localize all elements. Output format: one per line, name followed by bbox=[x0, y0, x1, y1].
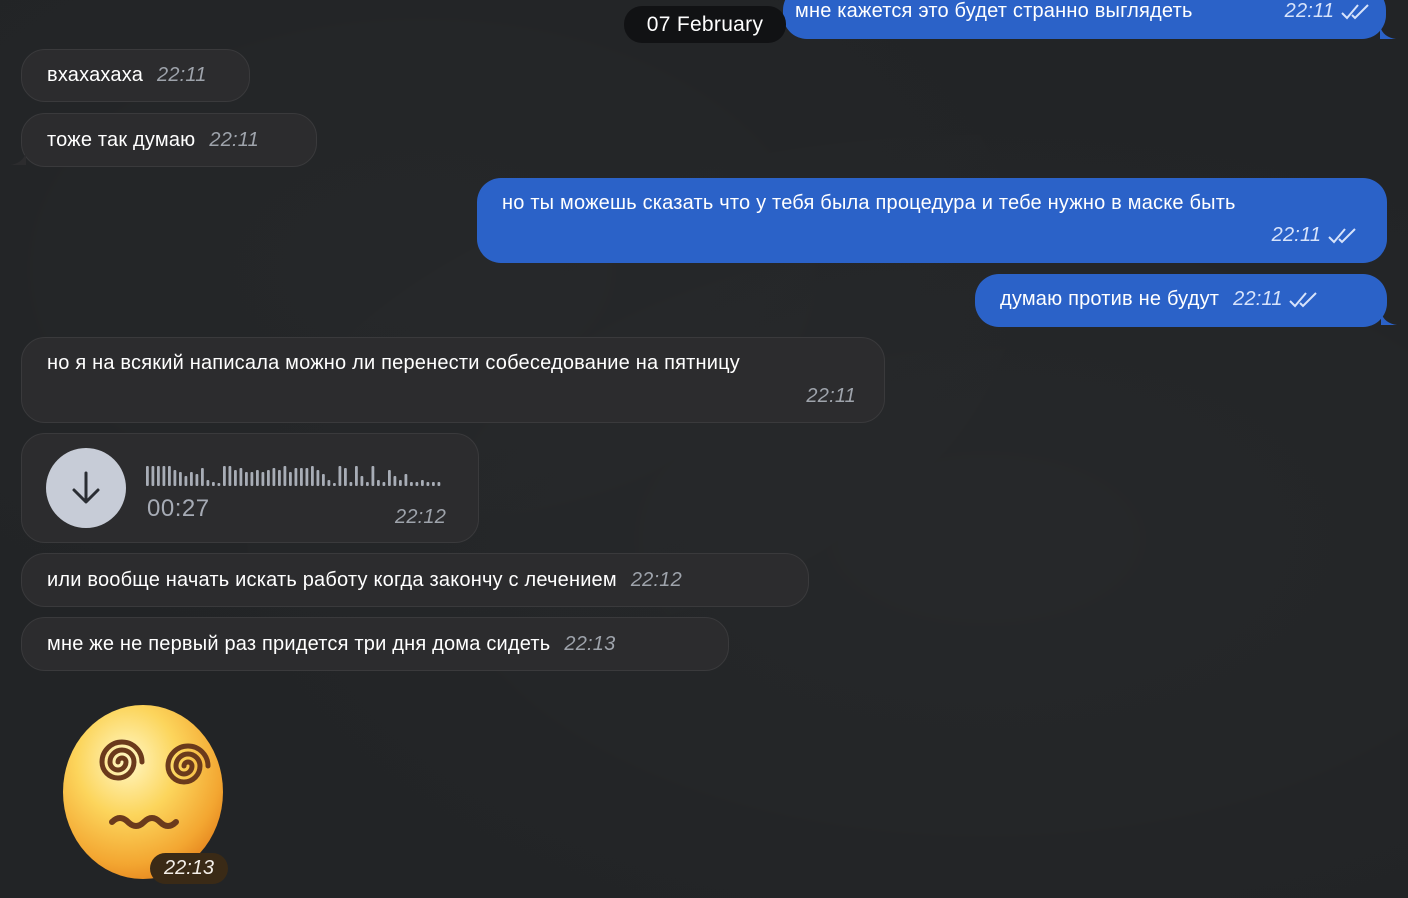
message-text: мне кажется это будет странно выглядеть bbox=[795, 0, 1193, 22]
voice-message[interactable]: 00:27 22:12 bbox=[21, 433, 479, 543]
voice-waveform bbox=[146, 466, 441, 486]
waveform-bar bbox=[360, 476, 364, 486]
waveform-bar bbox=[349, 482, 353, 486]
message-time: 22:13 bbox=[564, 633, 616, 655]
sticker-time: 22:13 bbox=[150, 853, 228, 884]
waveform-bar bbox=[245, 472, 248, 486]
waveform-bar bbox=[393, 476, 397, 486]
incoming-message[interactable]: но я на всякий написала можно ли перенес… bbox=[21, 337, 885, 423]
waveform-bar bbox=[283, 466, 287, 486]
waveform-bar bbox=[437, 482, 441, 486]
waveform-bar bbox=[382, 482, 386, 486]
waveform-bar bbox=[267, 470, 270, 486]
voice-duration: 00:27 bbox=[147, 495, 210, 522]
waveform-bar bbox=[184, 476, 188, 486]
waveform-bar bbox=[212, 482, 215, 486]
bubble-tail bbox=[1380, 26, 1396, 39]
waveform-bar bbox=[223, 466, 226, 486]
waveform-bar bbox=[294, 468, 298, 486]
message-time: 22:12 bbox=[395, 506, 447, 528]
waveform-bar bbox=[146, 466, 149, 486]
waveform-bar bbox=[415, 482, 419, 486]
incoming-message[interactable]: мне же не первый раз придется три дня до… bbox=[21, 617, 729, 671]
waveform-bar bbox=[217, 483, 221, 486]
waveform-bar bbox=[410, 482, 413, 486]
waveform-bar bbox=[201, 468, 204, 486]
waveform-bar bbox=[151, 466, 155, 486]
waveform-bar bbox=[421, 480, 424, 486]
waveform-bar bbox=[426, 482, 430, 486]
download-arrow-icon bbox=[72, 471, 100, 504]
date-separator: 07 February bbox=[624, 6, 786, 43]
outgoing-message[interactable]: но ты можешь сказать что у тебя была про… bbox=[477, 178, 1387, 263]
waveform-bar bbox=[327, 480, 331, 486]
waveform-bar bbox=[388, 470, 391, 486]
message-time: 22:11 bbox=[1271, 224, 1322, 246]
waveform-bar bbox=[162, 466, 166, 486]
message-text: вхахахаха bbox=[47, 64, 144, 86]
waveform-bar bbox=[190, 472, 193, 486]
waveform-bar bbox=[250, 472, 254, 486]
double-check-icon bbox=[1289, 292, 1318, 308]
waveform-bar bbox=[157, 466, 160, 486]
outgoing-message[interactable]: мне кажется это будет странно выглядеть … bbox=[783, 0, 1386, 39]
waveform-bar bbox=[305, 468, 309, 486]
voice-download-button[interactable] bbox=[46, 448, 126, 528]
waveform-bar bbox=[206, 480, 210, 486]
incoming-message[interactable]: или вообще начать искать работу когда за… bbox=[21, 553, 809, 607]
waveform-bar bbox=[371, 466, 375, 486]
double-check-icon bbox=[1328, 228, 1356, 244]
waveform-bar bbox=[228, 466, 232, 486]
message-text: мне же не первый раз придется три дня до… bbox=[47, 633, 551, 655]
message-time: 22:12 bbox=[630, 569, 682, 591]
message-text: но я на всякий написала можно ли перенес… bbox=[47, 352, 740, 374]
waveform-bar bbox=[316, 470, 320, 486]
waveform-bar bbox=[404, 474, 408, 486]
message-text: тоже так думаю bbox=[47, 129, 196, 151]
bubble-tail bbox=[1381, 312, 1397, 325]
waveform-bar bbox=[261, 472, 265, 486]
waveform-bar bbox=[239, 468, 243, 486]
waveform-bar bbox=[272, 468, 276, 486]
waveform-bar bbox=[355, 466, 358, 486]
waveform-bar bbox=[338, 466, 342, 486]
message-text: думаю против не будут bbox=[1000, 288, 1220, 310]
waveform-bar bbox=[278, 470, 281, 486]
waveform-bar bbox=[399, 480, 402, 486]
message-time: 22:11 bbox=[806, 385, 856, 407]
waveform-bar bbox=[432, 482, 435, 486]
double-check-icon bbox=[1341, 4, 1369, 20]
waveform-bar bbox=[168, 466, 171, 486]
outgoing-message[interactable]: думаю против не будут 22:11 bbox=[975, 274, 1387, 327]
message-time: 22:11 bbox=[1284, 0, 1335, 22]
message-text: или вообще начать искать работу когда за… bbox=[47, 569, 617, 591]
waveform-bar bbox=[234, 470, 237, 486]
waveform-bar bbox=[333, 483, 336, 486]
bubble-tail bbox=[10, 152, 26, 165]
waveform-bar bbox=[173, 470, 177, 486]
waveform-bar bbox=[256, 470, 259, 486]
waveform-bar bbox=[322, 474, 325, 486]
message-time: 22:11 bbox=[157, 64, 207, 86]
message-time: 22:11 bbox=[1233, 288, 1283, 310]
waveform-bar bbox=[195, 474, 199, 486]
incoming-message[interactable]: тоже так думаю 22:11 bbox=[21, 113, 317, 167]
waveform-bar bbox=[366, 482, 369, 486]
message-time: 22:11 bbox=[209, 129, 259, 151]
waveform-bar bbox=[179, 472, 182, 486]
incoming-message[interactable]: вхахахаха 22:11 bbox=[21, 49, 250, 102]
waveform-bar bbox=[344, 468, 347, 486]
waveform-bar bbox=[311, 466, 314, 486]
waveform-bar bbox=[300, 468, 303, 486]
waveform-bar bbox=[289, 472, 292, 486]
message-text: но ты можешь сказать что у тебя была про… bbox=[502, 192, 1236, 214]
waveform-bar bbox=[377, 480, 380, 486]
